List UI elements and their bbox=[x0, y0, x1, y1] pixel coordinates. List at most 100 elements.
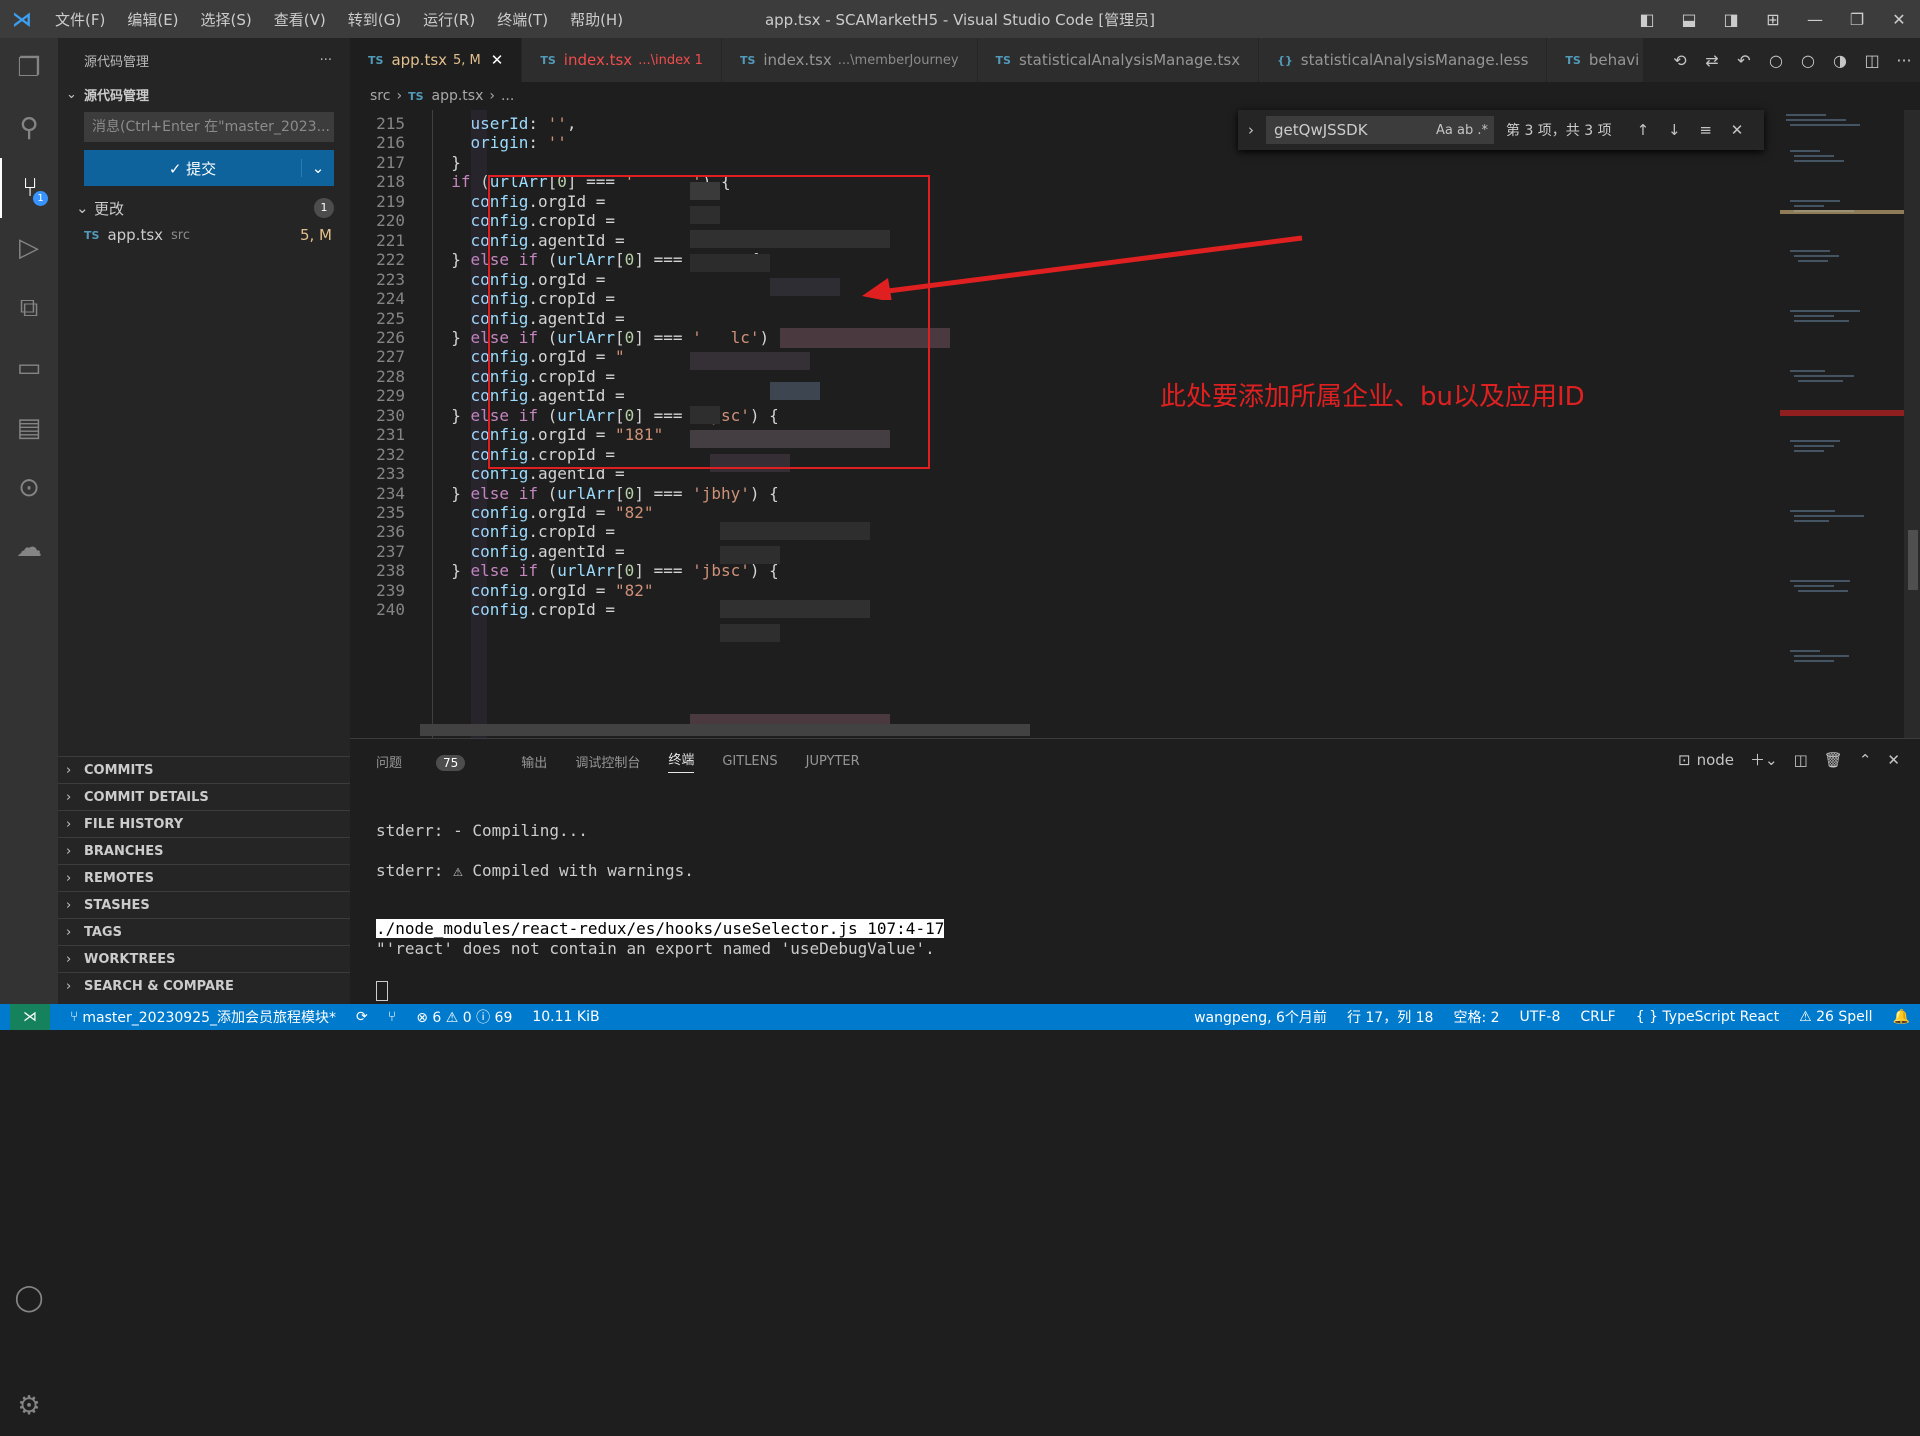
tab-problems[interactable]: 问题 75 bbox=[376, 752, 493, 771]
changes-group[interactable]: ⌄ 更改 1 bbox=[58, 194, 350, 222]
menu-go[interactable]: 转到(G) bbox=[337, 9, 412, 30]
menu-terminal[interactable]: 终端(T) bbox=[486, 9, 559, 30]
next-match-icon[interactable]: ↓ bbox=[1668, 121, 1681, 139]
tab-gitlens[interactable]: GITLENS bbox=[722, 754, 777, 769]
annotation-arrow-icon bbox=[862, 235, 1303, 300]
find-input[interactable]: getQwJSSDK Aa ab .* bbox=[1266, 116, 1494, 144]
panel-commit-details[interactable]: › COMMIT DETAILS bbox=[58, 783, 350, 810]
more-actions-icon[interactable]: ··· bbox=[320, 53, 332, 68]
add-terminal-icon[interactable]: ＋⌄ bbox=[1750, 749, 1778, 770]
terminal-name[interactable]: node bbox=[1697, 751, 1734, 769]
toggle-secondary-sidebar-icon[interactable]: ◨ bbox=[1710, 10, 1752, 29]
maximize-panel-icon[interactable]: ⌃ bbox=[1859, 751, 1872, 769]
menu-selection[interactable]: 选择(S) bbox=[190, 9, 263, 30]
menu-edit[interactable]: 编辑(E) bbox=[116, 9, 189, 30]
panel-stashes[interactable]: › STASHES bbox=[58, 891, 350, 918]
tab-statistical-analysis-less[interactable]: {} statisticalAnalysisManage.less bbox=[1259, 38, 1548, 82]
run-debug-icon[interactable]: ▷ bbox=[0, 218, 58, 278]
tab-app-tsx[interactable]: TS app.tsx 5, M ✕ bbox=[350, 38, 523, 82]
panel-file-history[interactable]: › FILE HISTORY bbox=[58, 810, 350, 837]
close-icon[interactable]: ✕ bbox=[1731, 121, 1744, 139]
restore-button[interactable]: ❐ bbox=[1836, 10, 1878, 29]
tab-jupyter[interactable]: JUPYTER bbox=[806, 754, 860, 769]
problems-status[interactable]: ⊗ 6 ⚠ 0 ⓘ 69 bbox=[416, 1007, 512, 1027]
language-mode[interactable]: { } TypeScript React bbox=[1636, 1009, 1779, 1025]
remote-icon[interactable]: ⋊ bbox=[10, 1004, 50, 1030]
sync-icon[interactable]: ⟳ bbox=[356, 1009, 368, 1025]
scrollbar-thumb[interactable] bbox=[1908, 530, 1918, 590]
panel-label: WORKTREES bbox=[84, 951, 176, 967]
tab-debug-console[interactable]: 调试控制台 bbox=[575, 752, 640, 771]
remote-explorer-icon[interactable]: ▭ bbox=[0, 338, 58, 398]
git-graph-icon[interactable]: ⑂ bbox=[388, 1009, 396, 1025]
close-icon[interactable]: ✕ bbox=[491, 51, 504, 69]
panel-worktrees[interactable]: › WORKTREES bbox=[58, 945, 350, 972]
cursor-position[interactable]: 行 17，列 18 bbox=[1347, 1007, 1434, 1027]
menu-run[interactable]: 运行(R) bbox=[412, 9, 486, 30]
more-actions-icon[interactable]: ··· bbox=[1888, 51, 1920, 70]
tab-terminal[interactable]: 终端 bbox=[668, 749, 695, 773]
line-ending[interactable]: CRLF bbox=[1580, 1009, 1615, 1025]
spell-checker[interactable]: ⚠ 26 Spell bbox=[1799, 1009, 1872, 1025]
find-options-icon[interactable]: Aa ab .* bbox=[1436, 123, 1488, 138]
split-editor-icon[interactable]: ◫ bbox=[1856, 51, 1888, 70]
changed-file-item[interactable]: TS app.tsx src 5, M bbox=[58, 222, 350, 248]
breadcrumb-more[interactable]: ... bbox=[501, 88, 514, 104]
chevron-down-icon[interactable]: ⌄ bbox=[301, 159, 334, 177]
commit-message-input[interactable]: 消息(Ctrl+Enter 在"master_2023... bbox=[84, 112, 334, 142]
panel-search-compare[interactable]: › SEARCH & COMPARE bbox=[58, 972, 350, 999]
gitlens-icon[interactable]: ⊙ bbox=[0, 458, 58, 518]
extensions-icon[interactable]: ⧉ bbox=[0, 278, 58, 338]
tab-index-tsx-member-journey[interactable]: TS index.tsx ...\memberJourney bbox=[721, 38, 978, 82]
breadcrumb-folder[interactable]: src bbox=[370, 88, 390, 104]
breadcrumb-file[interactable]: app.tsx bbox=[432, 88, 484, 104]
toggle-replace-icon[interactable]: › bbox=[1248, 121, 1254, 139]
next-change-icon[interactable]: ○ bbox=[1792, 51, 1824, 70]
account-icon[interactable]: ◯ bbox=[0, 1268, 58, 1328]
customize-layout-icon[interactable]: ⊞ bbox=[1752, 10, 1794, 29]
find-in-selection-icon[interactable]: ≡ bbox=[1699, 121, 1712, 139]
menu-help[interactable]: 帮助(H) bbox=[559, 9, 634, 30]
panel-remotes[interactable]: › REMOTES bbox=[58, 864, 350, 891]
docker-icon[interactable]: ☁ bbox=[0, 518, 58, 578]
minimap[interactable] bbox=[1780, 110, 1904, 738]
explorer-icon[interactable]: ❐ bbox=[0, 38, 58, 98]
trash-icon[interactable]: 🗑 bbox=[1824, 751, 1843, 769]
split-terminal-icon[interactable]: ◫ bbox=[1794, 751, 1808, 769]
tab-statistical-analysis-tsx[interactable]: TS statisticalAnalysisManage.tsx bbox=[977, 38, 1260, 82]
branch-name[interactable]: master_20230925_添加会员旅程模块* bbox=[82, 1007, 336, 1027]
close-window-button[interactable]: ✕ bbox=[1878, 10, 1920, 29]
previous-change-icon[interactable]: ○ bbox=[1760, 51, 1792, 70]
timeline-icon[interactable]: ⟲ bbox=[1664, 51, 1696, 70]
git-blame[interactable]: wangpeng, 6个月前 bbox=[1194, 1007, 1327, 1027]
compare-changes-icon[interactable]: ⇄ bbox=[1696, 51, 1728, 70]
previous-match-icon[interactable]: ↑ bbox=[1637, 121, 1650, 139]
tab-suffix: 5, M bbox=[453, 52, 481, 68]
source-control-section[interactable]: ⌄ 源代码管理 bbox=[58, 82, 350, 106]
panel-tags[interactable]: › TAGS bbox=[58, 918, 350, 945]
search-icon[interactable]: ⚲ bbox=[0, 98, 58, 158]
close-icon[interactable]: ✕ bbox=[1887, 751, 1900, 769]
commit-button[interactable]: ✓ 提交 ⌄ bbox=[84, 150, 334, 186]
folder-icon[interactable]: ▤ bbox=[0, 398, 58, 458]
horizontal-scrollbar[interactable] bbox=[420, 724, 1030, 736]
revert-icon[interactable]: ↶ bbox=[1728, 51, 1760, 70]
tab-behavior[interactable]: TS behavi bbox=[1547, 38, 1645, 82]
editor-scrollbar[interactable] bbox=[1904, 110, 1920, 738]
notifications-icon[interactable]: 🔔 bbox=[1893, 1009, 1910, 1025]
settings-gear-icon[interactable]: ⚙ bbox=[0, 1376, 58, 1436]
panel-commits[interactable]: › COMMITS bbox=[58, 756, 350, 783]
menu-view[interactable]: 查看(V) bbox=[263, 9, 337, 30]
tab-output[interactable]: 输出 bbox=[521, 752, 547, 771]
indentation[interactable]: 空格: 2 bbox=[1453, 1007, 1499, 1027]
encoding[interactable]: UTF-8 bbox=[1520, 1009, 1561, 1025]
toggle-panel-icon[interactable]: ⬓ bbox=[1668, 10, 1710, 29]
gitlens-blame-icon[interactable]: ◑ bbox=[1824, 51, 1856, 70]
toggle-sidebar-icon[interactable]: ◧ bbox=[1626, 10, 1668, 29]
tab-index-tsx[interactable]: TS index.tsx ...\index 1 bbox=[522, 38, 722, 82]
menu-file[interactable]: 文件(F) bbox=[44, 9, 116, 30]
changes-label: 更改 bbox=[94, 199, 125, 218]
panel-branches[interactable]: › BRANCHES bbox=[58, 837, 350, 864]
minimize-button[interactable]: — bbox=[1794, 10, 1836, 29]
source-control-icon[interactable]: ⑂ 1 bbox=[0, 158, 58, 218]
